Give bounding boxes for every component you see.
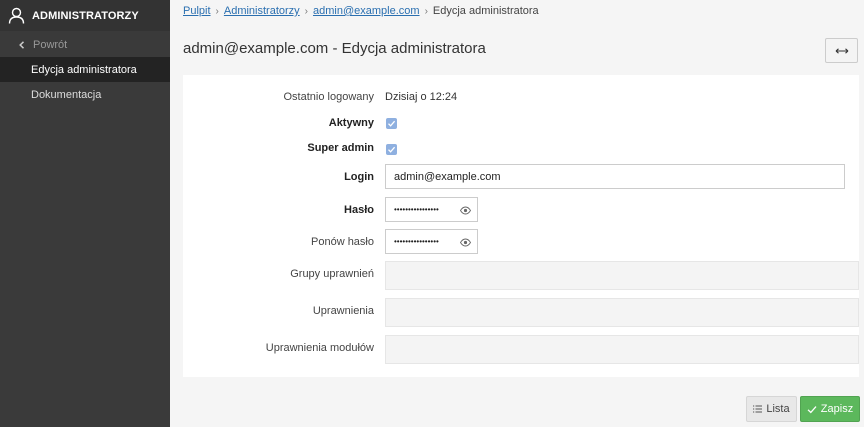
sidebar: ADMINISTRATORZY Powrót Edycja administra… bbox=[0, 0, 170, 427]
breadcrumb-link-administrators[interactable]: Administratorzy bbox=[224, 5, 300, 17]
main-content: Pulpit › Administratorzy › admin@example… bbox=[170, 0, 864, 427]
form-panel: Ostatnio logowany Dzisiaj o 12:24 Aktywn… bbox=[183, 75, 859, 377]
sidebar-header: ADMINISTRATORZY bbox=[0, 0, 170, 31]
expand-horizontal-icon bbox=[835, 47, 848, 54]
active-checkbox[interactable] bbox=[386, 118, 397, 129]
groups-select[interactable] bbox=[385, 261, 859, 290]
save-button-label: Zapisz bbox=[820, 403, 854, 415]
active-label: Aktywny bbox=[328, 117, 374, 129]
user-icon bbox=[8, 7, 25, 24]
page-title: admin@example.com - Edycja administrator… bbox=[183, 40, 486, 57]
breadcrumb-separator: › bbox=[424, 5, 428, 17]
repeat-password-mask: •••••••••••••••• bbox=[394, 237, 439, 246]
repeat-password-input[interactable]: •••••••••••••••• bbox=[385, 229, 478, 254]
login-label: Login bbox=[344, 171, 374, 183]
last-login-value: Dzisiaj o 12:24 bbox=[385, 91, 458, 103]
expand-toggle-button[interactable] bbox=[825, 38, 858, 63]
sidebar-title: ADMINISTRATORZY bbox=[32, 9, 139, 22]
password-input[interactable]: •••••••••••••••• bbox=[385, 197, 478, 222]
list-button[interactable]: Lista bbox=[746, 396, 797, 422]
back-link[interactable]: Powrót bbox=[0, 32, 170, 57]
check-icon bbox=[388, 146, 396, 153]
sidebar-item-documentation[interactable]: Dokumentacja bbox=[0, 82, 170, 107]
repeat-password-label: Ponów hasło bbox=[311, 236, 374, 248]
permissions-label: Uprawnienia bbox=[312, 305, 374, 317]
permissions-select[interactable] bbox=[385, 298, 859, 327]
login-input[interactable]: admin@example.com bbox=[385, 164, 845, 189]
superadmin-checkbox[interactable] bbox=[386, 144, 397, 155]
module-permissions-label: Uprawnienia modułów bbox=[265, 342, 374, 354]
breadcrumb-link-admin[interactable]: admin@example.com bbox=[313, 5, 420, 17]
breadcrumb-link-dashboard[interactable]: Pulpit bbox=[183, 5, 211, 17]
sidebar-item-label: Dokumentacja bbox=[31, 88, 102, 101]
sidebar-item-edit-admin[interactable]: Edycja administratora bbox=[0, 57, 170, 82]
superadmin-label: Super admin bbox=[307, 142, 374, 154]
password-label: Hasło bbox=[344, 204, 374, 216]
list-icon bbox=[753, 405, 763, 413]
check-icon bbox=[807, 405, 817, 413]
breadcrumb-separator: › bbox=[304, 5, 309, 17]
module-permissions-select[interactable] bbox=[385, 335, 859, 364]
list-button-label: Lista bbox=[766, 403, 790, 415]
last-login-label: Ostatnio logowany bbox=[283, 91, 375, 103]
groups-label: Grupy uprawnień bbox=[290, 268, 374, 280]
chevron-left-icon bbox=[19, 40, 25, 49]
breadcrumb: Pulpit › Administratorzy › admin@example… bbox=[183, 5, 539, 17]
back-label: Powrót bbox=[33, 38, 68, 51]
eye-icon[interactable] bbox=[460, 205, 471, 216]
eye-icon[interactable] bbox=[460, 237, 471, 248]
breadcrumb-current: Edycja administratora bbox=[432, 5, 539, 17]
breadcrumb-separator: › bbox=[215, 5, 219, 17]
sidebar-item-label: Edycja administratora bbox=[31, 63, 137, 76]
save-button[interactable]: Zapisz bbox=[800, 396, 860, 422]
password-mask: •••••••••••••••• bbox=[394, 205, 439, 214]
login-value: admin@example.com bbox=[394, 170, 501, 183]
check-icon bbox=[388, 120, 396, 127]
